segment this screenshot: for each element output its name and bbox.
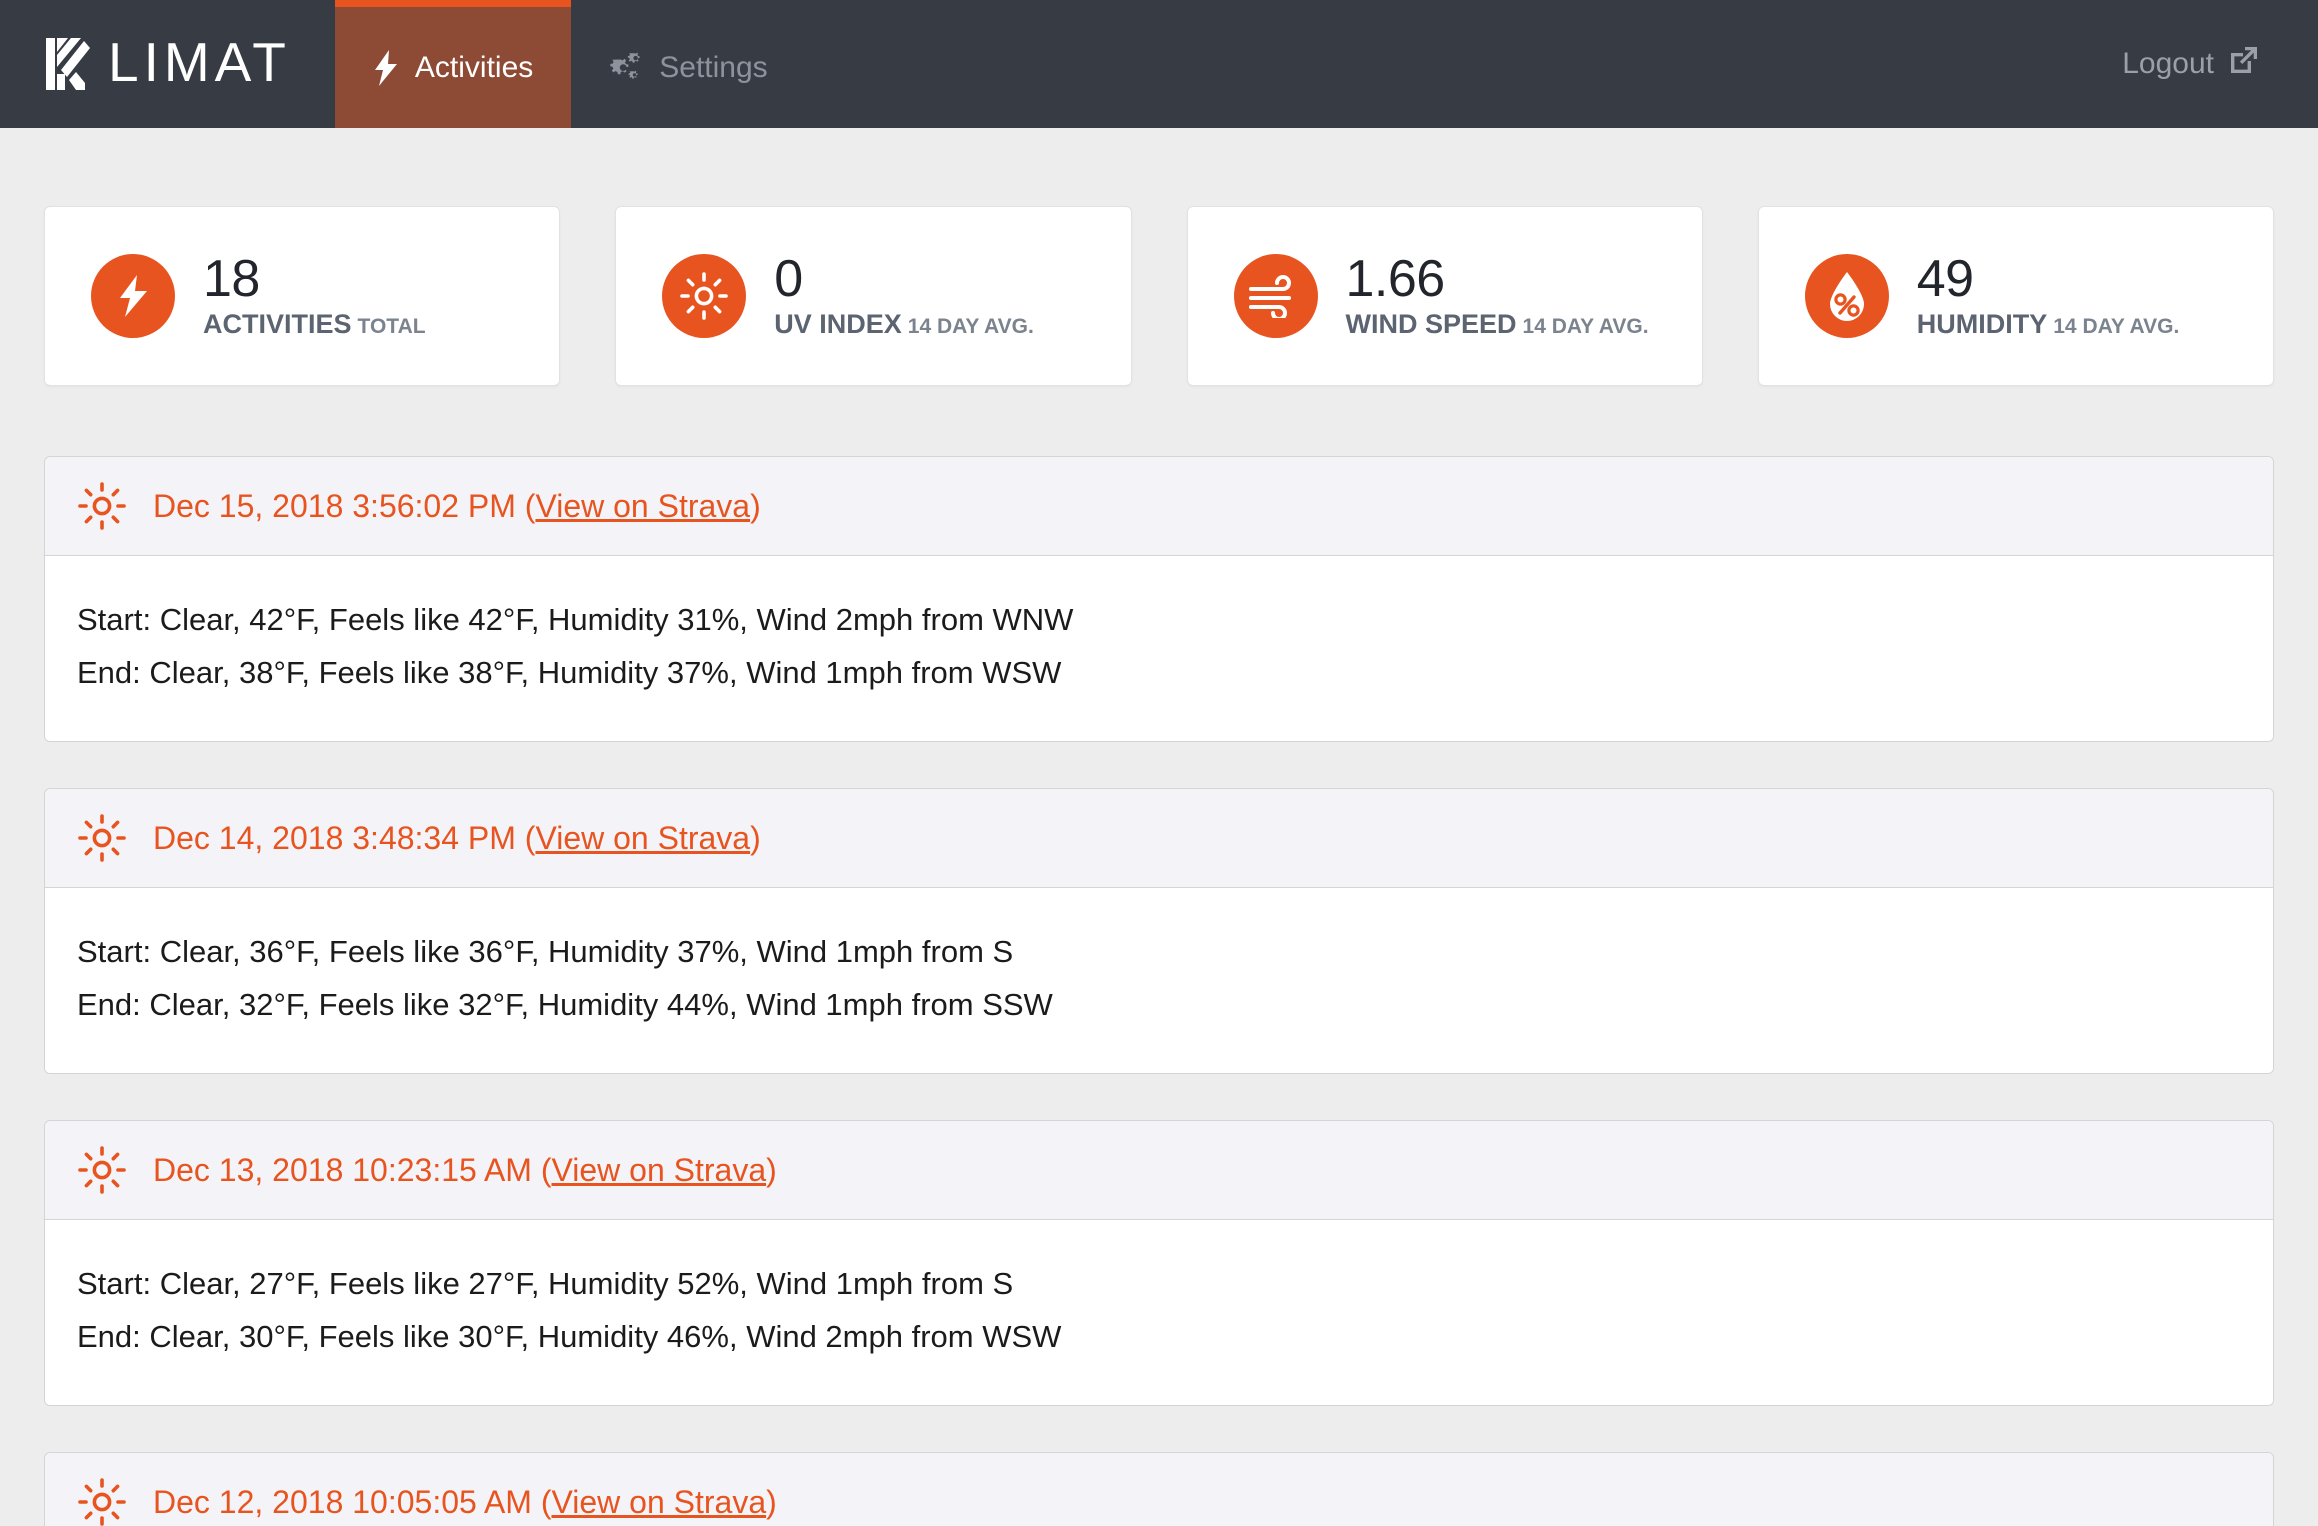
brand-logo[interactable]: LIMAT [0, 0, 335, 128]
stat-caption-main: WIND SPEED [1345, 308, 1517, 339]
activity-panel-body: Start: Clear, 27°F, Feels like 27°F, Hum… [45, 1220, 2273, 1406]
stat-card-wind-speed: 1.66 WIND SPEED 14 DAY AVG. [1186, 206, 1703, 386]
view-on-strava-link[interactable]: View on Strava [535, 488, 750, 524]
activity-panel: Dec 15, 2018 3:56:02 PM (View on Strava)… [44, 456, 2274, 743]
stat-caption-sub: 14 DAY AVG. [907, 314, 1034, 338]
activity-title: Dec 14, 2018 3:48:34 PM (View on Strava) [153, 819, 761, 857]
view-on-strava-link[interactable]: View on Strava [551, 1484, 766, 1520]
navbar-spacer [806, 0, 2085, 128]
stat-text: 1.66 WIND SPEED 14 DAY AVG. [1345, 249, 1649, 340]
wind-icon [1233, 254, 1318, 338]
sun-outline-icon [77, 1477, 127, 1526]
nav-item-activities[interactable]: Activities [334, 0, 572, 128]
paren-open: ( [524, 819, 536, 856]
stat-caption-sub: 14 DAY AVG. [1522, 314, 1649, 338]
logout-button[interactable]: Logout [2084, 0, 2318, 128]
bolt-icon [373, 49, 399, 86]
nav-item-label: Settings [659, 50, 768, 84]
activity-datetime: Dec 14, 2018 3:48:34 PM [153, 819, 516, 856]
stat-caption: ACTIVITIES TOTAL [203, 308, 426, 340]
paren-open: ( [524, 487, 536, 524]
activity-list: Dec 15, 2018 3:56:02 PM (View on Strava)… [44, 386, 2274, 1526]
paren-close: ) [766, 1151, 777, 1188]
stat-caption: WIND SPEED 14 DAY AVG. [1345, 308, 1649, 340]
sun-outline-icon [77, 813, 127, 863]
paren-open: ( [540, 1151, 552, 1188]
stat-caption: UV INDEX 14 DAY AVG. [774, 308, 1034, 340]
logout-label: Logout [2122, 47, 2214, 80]
brand-name: LIMAT [108, 31, 291, 93]
activity-title: Dec 13, 2018 10:23:15 AM (View on Strava… [153, 1151, 777, 1189]
stat-caption-main: UV INDEX [774, 308, 902, 339]
stat-text: 18 ACTIVITIES TOTAL [203, 249, 426, 340]
paren-close: ) [750, 819, 761, 856]
stat-text: 49 HUMIDITY 14 DAY AVG. [1916, 249, 2180, 340]
activity-title: Dec 12, 2018 10:05:05 AM (View on Strava… [153, 1483, 777, 1521]
activity-start-conditions: Start: Clear, 36°F, Feels like 36°F, Hum… [77, 934, 1014, 970]
activity-panel-body: Start: Clear, 42°F, Feels like 42°F, Hum… [45, 556, 2273, 742]
external-link-icon [2228, 44, 2260, 84]
nav-items: Activities Settings [334, 0, 806, 128]
view-on-strava-link[interactable]: View on Strava [551, 1152, 766, 1188]
stat-caption-sub: 14 DAY AVG. [2053, 314, 2180, 338]
stat-caption-main: HUMIDITY [1916, 308, 2048, 339]
stat-value: 49 [1916, 249, 1974, 308]
sun-outline-icon [77, 1145, 127, 1195]
klimat-k-logo-icon [44, 36, 98, 92]
activity-panel: Dec 12, 2018 10:05:05 AM (View on Strava… [44, 1452, 2274, 1526]
activity-panel: Dec 13, 2018 10:23:15 AM (View on Strava… [44, 1120, 2274, 1407]
stat-card-activities: 18 ACTIVITIES TOTAL [44, 206, 561, 386]
paren-close: ) [750, 487, 761, 524]
activity-panel-header: Dec 13, 2018 10:23:15 AM (View on Strava… [45, 1121, 2273, 1221]
activity-start-conditions: Start: Clear, 42°F, Feels like 42°F, Hum… [77, 602, 1074, 637]
view-on-strava-link[interactable]: View on Strava [535, 820, 750, 856]
activity-end-conditions: End: Clear, 38°F, Feels like 38°F, Humid… [77, 654, 1062, 690]
activity-datetime: Dec 13, 2018 10:23:15 AM [153, 1151, 532, 1188]
top-navbar: LIMAT Activities Settings Logout [0, 0, 2318, 128]
cogs-icon [609, 52, 643, 84]
activity-panel-header: Dec 15, 2018 3:56:02 PM (View on Strava) [45, 457, 2273, 556]
sun-icon [662, 254, 747, 338]
activity-panel: Dec 14, 2018 3:48:34 PM (View on Strava)… [44, 788, 2274, 1075]
page-container: 18 ACTIVITIES TOTAL 0 UV INDEX 14 DAY AV… [0, 128, 2318, 1526]
activity-end-conditions: End: Clear, 30°F, Feels like 30°F, Humid… [77, 1318, 1062, 1354]
stat-caption-sub: TOTAL [357, 314, 426, 338]
stat-card-uv-index: 0 UV INDEX 14 DAY AVG. [615, 206, 1132, 386]
stat-value: 18 [203, 249, 260, 308]
activity-start-conditions: Start: Clear, 27°F, Feels like 27°F, Hum… [77, 1266, 1014, 1302]
activity-datetime: Dec 15, 2018 3:56:02 PM [153, 487, 516, 524]
activity-panel-body: Start: Clear, 36°F, Feels like 36°F, Hum… [45, 888, 2273, 1074]
paren-close: ) [766, 1484, 777, 1521]
stat-value: 0 [774, 249, 803, 308]
bolt-icon [91, 254, 175, 338]
activity-title: Dec 15, 2018 3:56:02 PM (View on Strava) [153, 487, 761, 525]
nav-item-label: Activities [414, 50, 534, 84]
stat-text: 0 UV INDEX 14 DAY AVG. [774, 249, 1034, 340]
activity-end-conditions: End: Clear, 32°F, Feels like 32°F, Humid… [77, 986, 1053, 1022]
activity-panel-header: Dec 14, 2018 3:48:34 PM (View on Strava) [45, 789, 2273, 889]
stat-card-humidity: 49 HUMIDITY 14 DAY AVG. [1757, 206, 2274, 386]
humidity-droplet-icon [1804, 254, 1889, 338]
activity-datetime: Dec 12, 2018 10:05:05 AM [153, 1484, 532, 1521]
sun-outline-icon [77, 481, 127, 531]
paren-open: ( [540, 1484, 552, 1521]
stats-row: 18 ACTIVITIES TOTAL 0 UV INDEX 14 DAY AV… [44, 128, 2274, 386]
stat-caption: HUMIDITY 14 DAY AVG. [1916, 308, 2180, 340]
stat-value: 1.66 [1345, 249, 1446, 308]
activity-panel-header: Dec 12, 2018 10:05:05 AM (View on Strava… [45, 1453, 2273, 1526]
stat-caption-main: ACTIVITIES [203, 308, 352, 339]
nav-item-settings[interactable]: Settings [571, 0, 805, 128]
